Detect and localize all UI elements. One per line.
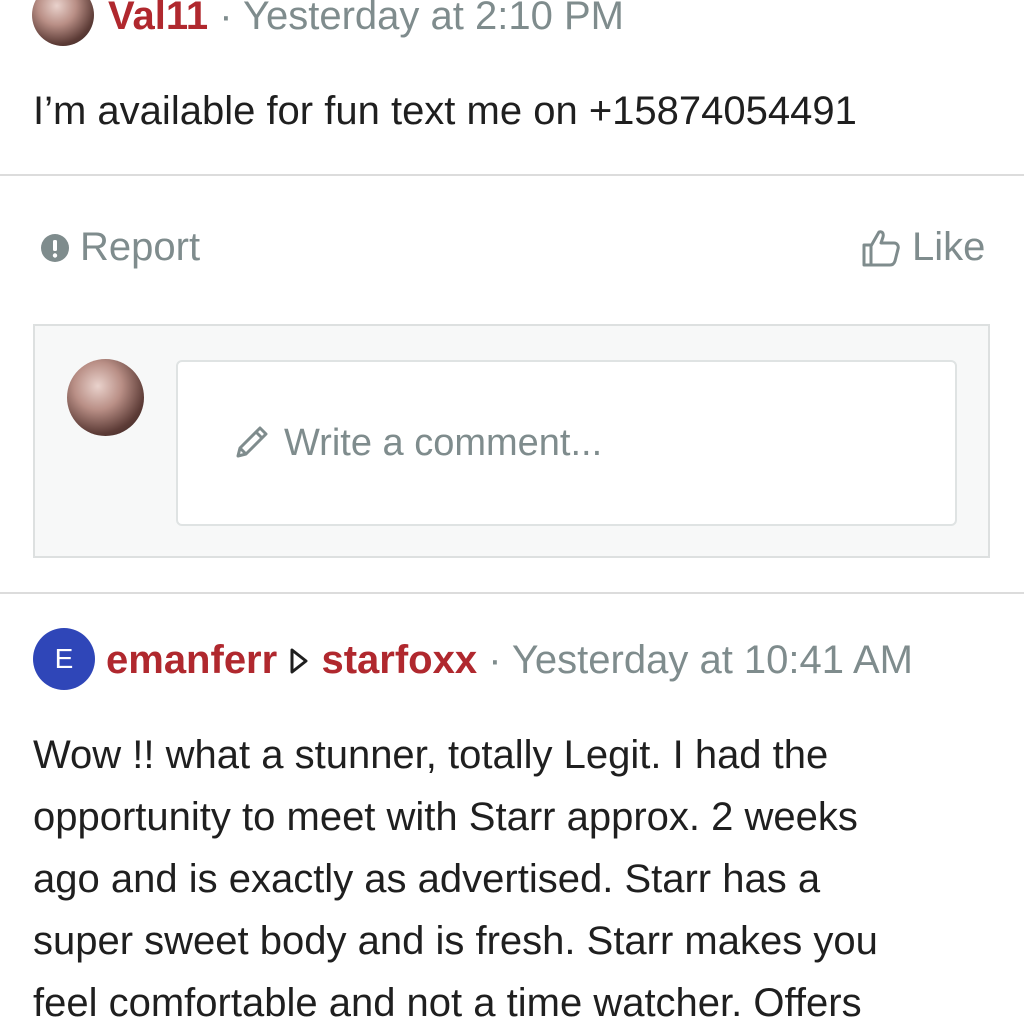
like-label: Like xyxy=(912,225,986,269)
reply-body-line: feel comfortable and not a time watcher.… xyxy=(33,981,862,1025)
reply-separator: · xyxy=(488,638,502,682)
reply-timestamp[interactable]: Yesterday at 10:41 AM xyxy=(512,638,913,682)
reply-author-avatar[interactable]: E xyxy=(33,628,95,690)
post-separator: · xyxy=(219,0,233,38)
report-label: Report xyxy=(80,225,201,269)
reply-header: emanferr starfoxx · Yesterday at 10:41 A… xyxy=(106,632,913,688)
play-arrow-icon xyxy=(290,648,308,674)
post-header: Val11 · Yesterday at 2:10 PM xyxy=(108,0,624,44)
post-timestamp[interactable]: Yesterday at 2:10 PM xyxy=(243,0,624,38)
reply-body-line: ago and is exactly as advertised. Starr … xyxy=(33,857,821,901)
reply-recipient-name[interactable]: starfoxx xyxy=(321,638,477,682)
reply-body-line: Wow !! what a stunner, totally Legit. I … xyxy=(33,733,829,777)
report-button[interactable]: Report xyxy=(40,225,200,270)
post-author-name[interactable]: Val11 xyxy=(108,0,208,38)
reply-body-line: super sweet body and is fresh. Starr mak… xyxy=(33,919,878,963)
alert-icon xyxy=(41,233,69,262)
reply-body-line: opportunity to meet with Starr approx. 2… xyxy=(33,795,858,839)
pencil-icon xyxy=(236,426,268,458)
like-button[interactable]: Like xyxy=(860,225,985,270)
reply-author-name[interactable]: emanferr xyxy=(106,638,277,682)
thumbs-up-icon xyxy=(862,229,900,266)
post-author-avatar[interactable] xyxy=(32,0,94,46)
divider xyxy=(0,592,1024,594)
current-user-avatar xyxy=(67,359,144,436)
comment-input[interactable]: Write a comment... xyxy=(176,360,957,526)
comment-placeholder: Write a comment... xyxy=(284,421,603,464)
divider xyxy=(0,174,1024,176)
reply-body: Wow !! what a stunner, totally Legit. I … xyxy=(33,724,878,1034)
post-body: I’m available for fun text me on +158740… xyxy=(33,89,857,133)
